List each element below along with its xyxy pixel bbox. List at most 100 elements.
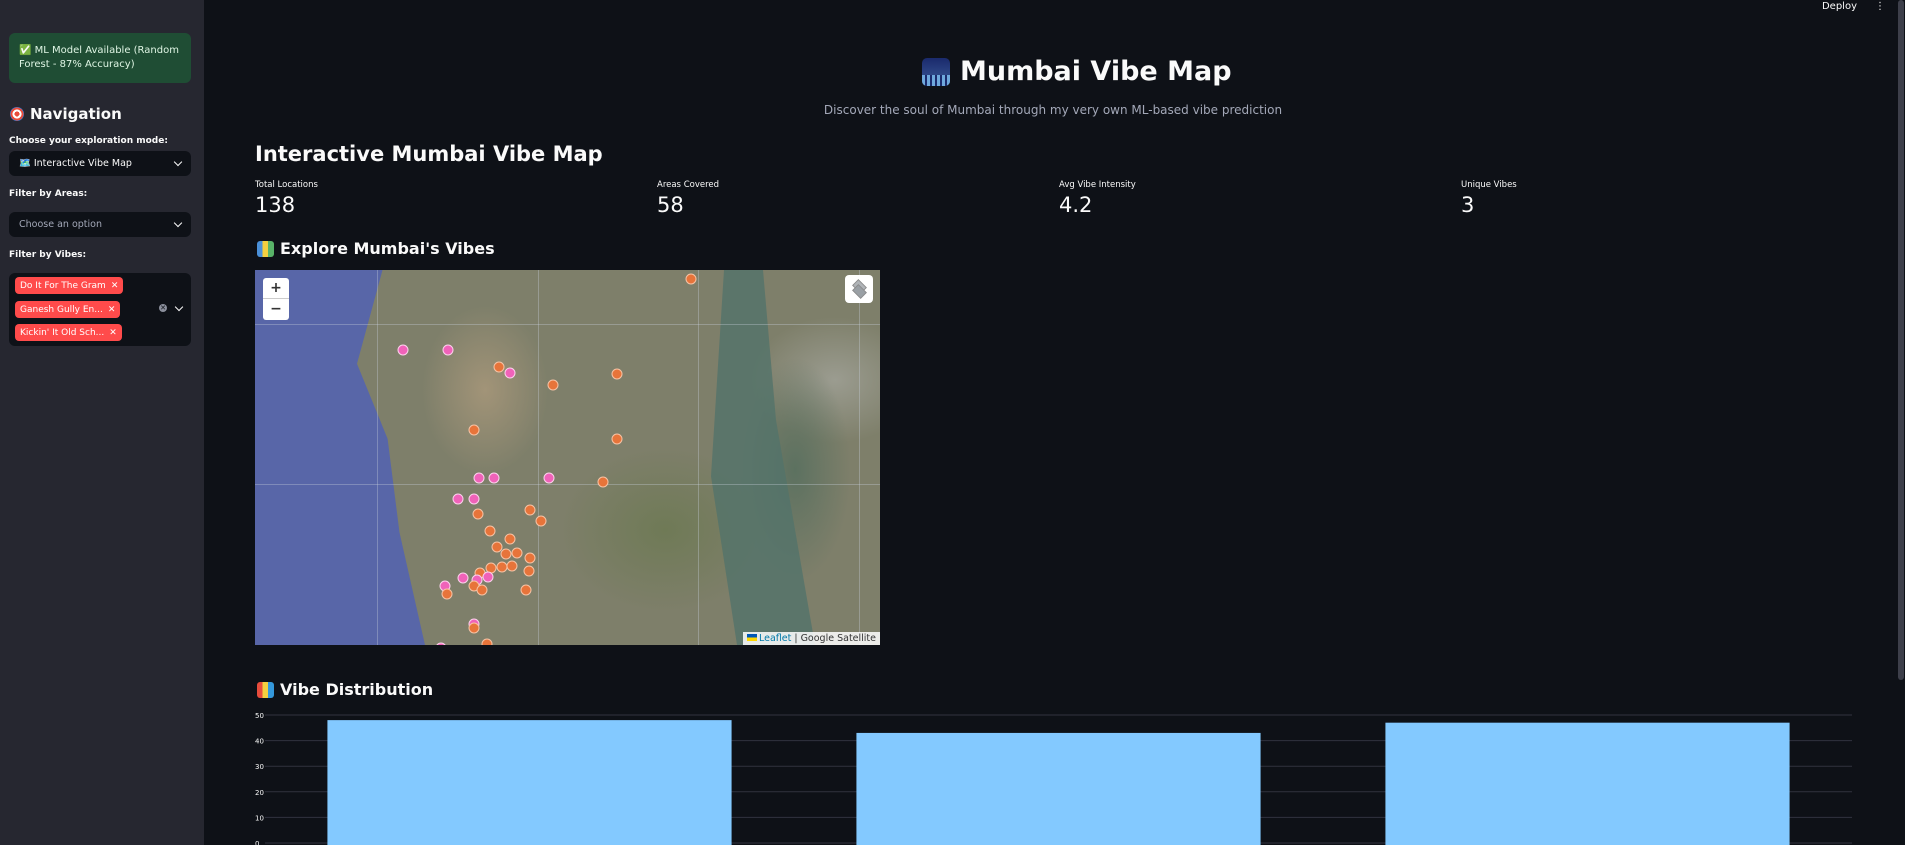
- vibe-marker[interactable]: [611, 433, 623, 445]
- leaflet-link[interactable]: Leaflet: [759, 633, 791, 644]
- map-tile-seam: [859, 270, 860, 645]
- metric-label: Total Locations: [255, 180, 318, 190]
- vibe-marker[interactable]: [441, 588, 453, 600]
- map-tile-seam: [255, 324, 880, 325]
- metric-label: Avg Vibe Intensity: [1059, 180, 1136, 190]
- deploy-button[interactable]: Deploy: [1822, 1, 1857, 12]
- vibe-tag[interactable]: Kickin' It Old Sch... ✕: [15, 324, 122, 341]
- bar[interactable]: [856, 732, 1261, 845]
- metric-value: 58: [657, 193, 684, 217]
- vibe-marker[interactable]: [468, 424, 480, 436]
- metric-value: 138: [255, 193, 296, 217]
- vibe-marker[interactable]: [535, 515, 547, 527]
- vibe-marker[interactable]: [488, 472, 500, 484]
- bar[interactable]: [1385, 722, 1790, 845]
- metric-value: 4.2: [1059, 193, 1093, 217]
- vibe-marker[interactable]: [506, 560, 518, 572]
- metric-value: 3: [1461, 193, 1475, 217]
- vibe-marker[interactable]: [457, 572, 469, 584]
- map-tile-seam: [698, 270, 699, 645]
- sea-area: [255, 270, 425, 645]
- vibe-tag-label: Kickin' It Old Sch...: [20, 327, 105, 338]
- map-heading-text: Explore Mumbai's Vibes: [280, 239, 495, 258]
- vibe-marker[interactable]: [397, 344, 409, 356]
- vibes-multiselect[interactable]: Do It For The Gram ✕ Ganesh Gully En... ✕ …: [9, 273, 191, 346]
- vibe-tag[interactable]: Do It For The Gram ✕: [15, 277, 124, 294]
- mode-label: Choose your exploration mode:: [9, 136, 168, 146]
- vibes-label: Filter by Vibes:: [9, 250, 87, 260]
- metric-avg-vibe-intensity: Avg Vibe Intensity 4.2: [1059, 180, 1136, 217]
- clear-all-icon[interactable]: ✕: [159, 304, 167, 312]
- vibe-tag[interactable]: Ganesh Gully En... ✕: [15, 301, 121, 318]
- leaflet-map[interactable]: + − Leaflet | Google Satellite: [255, 270, 880, 645]
- metric-total-locations: Total Locations 138: [255, 180, 318, 217]
- chart-heading-text: Vibe Distribution: [280, 680, 434, 699]
- vibe-marker[interactable]: [468, 622, 480, 634]
- remove-tag-icon[interactable]: ✕: [109, 328, 117, 338]
- ukraine-flag-icon: [746, 634, 757, 641]
- page-subtitle: Discover the soul of Mumbai through my v…: [823, 103, 1283, 117]
- vibe-marker[interactable]: [468, 493, 480, 505]
- vibe-marker[interactable]: [523, 565, 535, 577]
- vibe-marker[interactable]: [511, 547, 523, 559]
- chevron-down-icon: [173, 157, 183, 167]
- chevron-down-icon[interactable]: [174, 302, 184, 312]
- zoom-in-button[interactable]: +: [263, 278, 289, 299]
- vibe-marker[interactable]: [476, 584, 488, 596]
- y-tick-label: 0: [255, 840, 259, 845]
- areas-multiselect[interactable]: Choose an option: [9, 212, 191, 237]
- vibe-marker[interactable]: [442, 344, 454, 356]
- vibe-marker[interactable]: [611, 368, 623, 380]
- vibe-marker[interactable]: [520, 584, 532, 596]
- y-tick-label: 10: [255, 814, 264, 822]
- vibe-marker[interactable]: [504, 533, 516, 545]
- vibe-marker[interactable]: [435, 642, 447, 645]
- vibe-marker[interactable]: [685, 273, 697, 285]
- night-city-icon: [922, 57, 950, 86]
- map-tile-seam: [538, 270, 539, 645]
- bar[interactable]: [327, 720, 732, 845]
- vibe-marker[interactable]: [524, 552, 536, 564]
- vibe-marker[interactable]: [472, 508, 484, 520]
- map-icon: [257, 240, 274, 257]
- vibe-marker[interactable]: [452, 493, 464, 505]
- vibe-tag-label: Do It For The Gram: [20, 280, 106, 291]
- mode-select[interactable]: 🗺️ Interactive Vibe Map: [9, 151, 191, 176]
- vibe-tag-label: Ganesh Gully En...: [20, 304, 103, 315]
- vibe-marker[interactable]: [482, 571, 494, 583]
- page-title: Mumbai Vibe Map: [922, 56, 1232, 87]
- main-menu-icon[interactable]: ⋮: [1875, 1, 1885, 12]
- chevron-down-icon: [173, 218, 183, 228]
- layers-icon[interactable]: [845, 275, 873, 303]
- remove-tag-icon[interactable]: ✕: [108, 305, 116, 315]
- vibe-marker[interactable]: [484, 525, 496, 537]
- ml-status-alert: ✅ ML Model Available (Random Forest - 87…: [9, 33, 191, 83]
- remove-tag-icon[interactable]: ✕: [111, 281, 119, 291]
- y-tick-label: 30: [255, 763, 264, 771]
- metric-label: Unique Vibes: [1461, 180, 1517, 190]
- vibe-marker[interactable]: [504, 367, 516, 379]
- bar-chart-icon: [257, 681, 274, 698]
- scrollbar[interactable]: [1898, 0, 1904, 680]
- y-tick-label: 40: [255, 738, 264, 746]
- vibe-marker[interactable]: [547, 379, 559, 391]
- metric-areas-covered: Areas Covered 58: [657, 180, 719, 217]
- vibe-marker[interactable]: [543, 472, 555, 484]
- vibe-marker[interactable]: [473, 472, 485, 484]
- zoom-out-button[interactable]: −: [263, 299, 289, 320]
- chart-heading: Vibe Distribution: [257, 680, 433, 699]
- vibe-marker[interactable]: [493, 361, 505, 373]
- sidebar: ✅ ML Model Available (Random Forest - 87…: [0, 0, 204, 845]
- y-tick-label: 50: [255, 712, 264, 720]
- vibe-marker[interactable]: [481, 638, 493, 645]
- mode-select-value: 🗺️ Interactive Vibe Map: [19, 158, 132, 169]
- map-heading: Explore Mumbai's Vibes: [257, 239, 495, 258]
- vibe-marker[interactable]: [500, 548, 512, 560]
- vibe-distribution-chart: 0 10 20 30 40 50: [255, 712, 1852, 845]
- map-tile-seam: [255, 484, 880, 485]
- vibe-marker[interactable]: [524, 504, 536, 516]
- section-title: Interactive Mumbai Vibe Map: [255, 142, 603, 166]
- vibe-marker[interactable]: [597, 476, 609, 488]
- map-attribution: Leaflet | Google Satellite: [742, 632, 880, 645]
- y-tick-label: 20: [255, 789, 264, 797]
